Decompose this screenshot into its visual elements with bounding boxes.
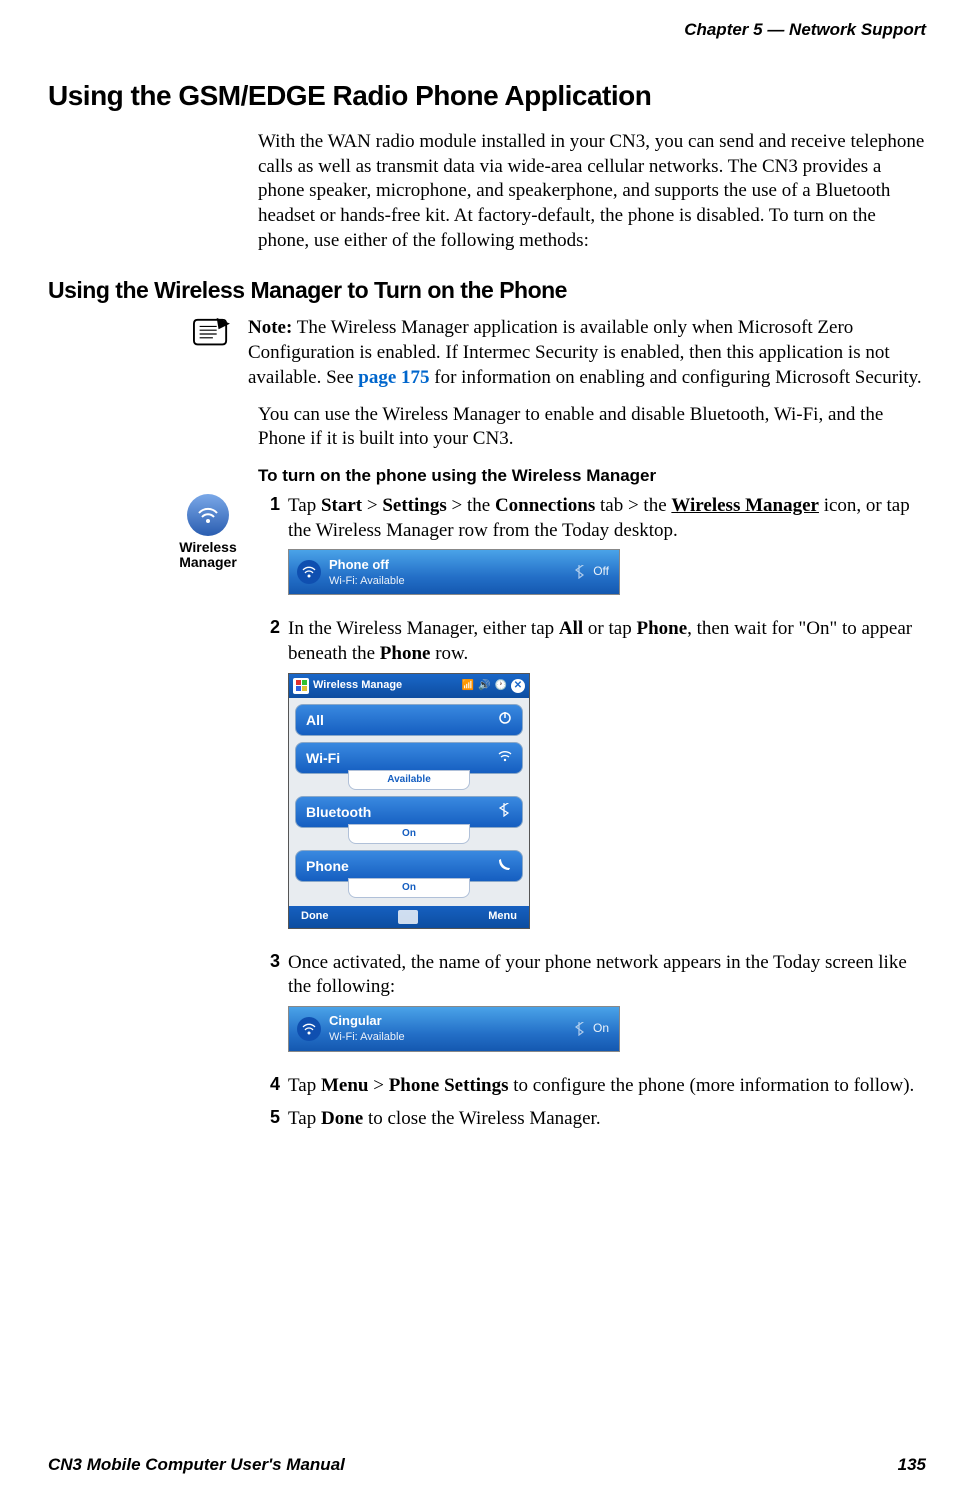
wm-row-bluetooth[interactable]: Bluetooth On bbox=[295, 796, 523, 844]
today-bar-status: On bbox=[593, 1021, 609, 1037]
bluetooth-icon bbox=[573, 565, 587, 579]
today-bar-title: Cingular bbox=[329, 1013, 573, 1030]
today-bar-subtitle: Wi-Fi: Available bbox=[329, 574, 573, 588]
today-bar-cingular: Cingular Wi-Fi: Available On bbox=[288, 1006, 620, 1052]
wireless-manager-icon: Wireless Manager bbox=[168, 494, 248, 571]
today-bar-status: Off bbox=[593, 564, 609, 580]
procedure-title: To turn on the phone using the Wireless … bbox=[258, 466, 926, 486]
step-1: 1 Tap Start > Settings > the Connections… bbox=[258, 494, 926, 609]
antenna-icon bbox=[297, 1017, 321, 1041]
wireless-manager-screenshot: Wireless Manage 📶🔊🕐 ✕ All bbox=[288, 673, 530, 929]
wifi-icon bbox=[498, 749, 512, 767]
close-icon[interactable]: ✕ bbox=[511, 679, 525, 693]
step-3: 3 Once activated, the name of your phone… bbox=[258, 951, 926, 1066]
bluetooth-icon bbox=[573, 1022, 587, 1036]
page-header: Chapter 5 — Network Support bbox=[48, 20, 926, 40]
wireless-manager-icon-label: Wireless Manager bbox=[168, 540, 248, 571]
step-2: 2 In the Wireless Manager, either tap Al… bbox=[258, 617, 926, 942]
wm-wifi-status: Available bbox=[348, 770, 470, 790]
today-bar-title: Phone off bbox=[329, 557, 573, 574]
note-icon bbox=[188, 316, 236, 357]
wm-title: Wireless Manage bbox=[313, 678, 458, 692]
step-4: 4 Tap Menu > Phone Settings to configure… bbox=[258, 1074, 926, 1099]
h1-title: Using the GSM/EDGE Radio Phone Applicati… bbox=[48, 80, 926, 112]
softkey-done[interactable]: Done bbox=[301, 909, 329, 923]
page-link-175[interactable]: page 175 bbox=[358, 367, 429, 388]
footer-page-number: 135 bbox=[898, 1455, 926, 1475]
antenna-icon bbox=[297, 560, 321, 584]
wm-row-all[interactable]: All bbox=[295, 704, 523, 736]
note-lead: Note: bbox=[248, 317, 292, 338]
wm-bt-status: On bbox=[348, 824, 470, 844]
phone-icon bbox=[498, 857, 512, 875]
footer-left: CN3 Mobile Computer User's Manual bbox=[48, 1455, 345, 1475]
step-5: 5 Tap Done to close the Wireless Manager… bbox=[258, 1107, 926, 1132]
note-paragraph: Note: The Wireless Manager application i… bbox=[248, 316, 926, 390]
intro-paragraph: With the WAN radio module installed in y… bbox=[258, 130, 926, 253]
bluetooth-icon bbox=[498, 803, 512, 821]
wm-row-phone[interactable]: Phone On bbox=[295, 850, 523, 898]
note-paragraph-2: You can use the Wireless Manager to enab… bbox=[258, 403, 926, 452]
wm-row-wifi[interactable]: Wi-Fi Available bbox=[295, 742, 523, 790]
softkey-menu[interactable]: Menu bbox=[488, 909, 517, 923]
windows-flag-icon bbox=[293, 678, 309, 694]
today-bar-subtitle: Wi-Fi: Available bbox=[329, 1030, 573, 1044]
keyboard-icon[interactable] bbox=[398, 910, 418, 924]
power-icon bbox=[498, 711, 512, 729]
wm-title-status-icons: 📶🔊🕐 ✕ bbox=[462, 679, 525, 693]
h2-title: Using the Wireless Manager to Turn on th… bbox=[48, 277, 926, 304]
today-bar-phone-off: Phone off Wi-Fi: Available Off bbox=[288, 549, 620, 595]
wm-phone-status: On bbox=[348, 878, 470, 898]
